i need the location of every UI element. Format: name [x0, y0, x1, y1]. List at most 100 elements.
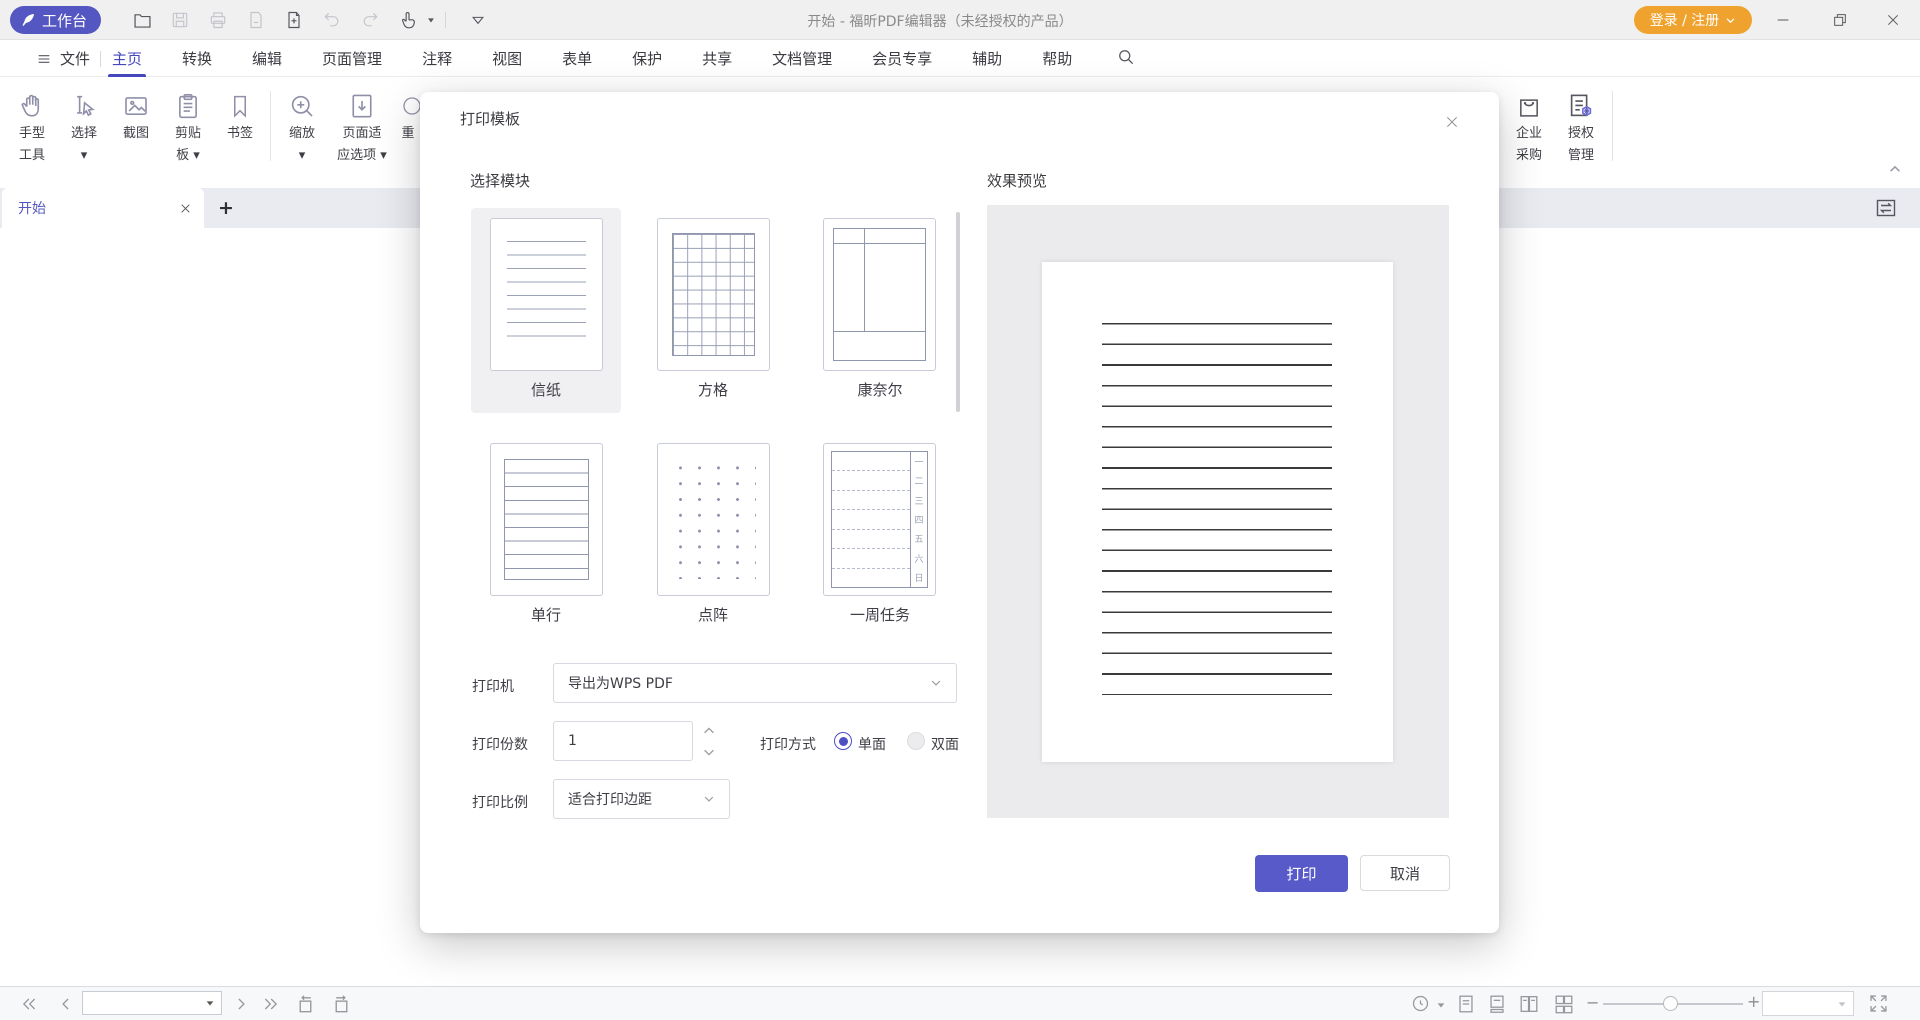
combo-caret-icon [205, 998, 215, 1008]
chevron-down-icon [703, 793, 715, 805]
tap-tool-button[interactable] [396, 8, 420, 32]
radio-double-sided[interactable] [907, 732, 925, 750]
menu-item-form[interactable]: 表单 [562, 48, 592, 69]
single-page-view-button[interactable] [1455, 993, 1477, 1015]
quill-icon [20, 12, 36, 28]
template-cornell-label[interactable]: 康奈尔 [805, 379, 955, 400]
page-number-combobox[interactable] [82, 991, 222, 1015]
screenshot-tool-button[interactable]: 截图 [110, 87, 162, 143]
close-window-button[interactable] [1882, 10, 1904, 30]
undo-button[interactable] [320, 8, 344, 32]
tab-start[interactable]: 开始 [2, 188, 204, 228]
menu-item-assist[interactable]: 辅助 [972, 48, 1002, 69]
menu-file-label: 文件 [60, 48, 90, 69]
template-grid-thumbnail[interactable] [657, 218, 770, 371]
next-view-button[interactable] [330, 993, 353, 1016]
menu-item-edit[interactable]: 编辑 [252, 48, 282, 69]
printer-select[interactable]: 导出为WPS PDF [553, 663, 957, 703]
new-page-icon[interactable] [282, 8, 306, 32]
zoom-slider-thumb[interactable] [1663, 996, 1678, 1011]
print-scale-select[interactable]: 适合打印边距 [553, 779, 730, 819]
clipboard-tool-button[interactable]: 剪贴 板 ▾ [162, 87, 214, 165]
page-fit-options-button[interactable]: 页面适 应选项 ▾ [330, 87, 394, 165]
menu-item-comment[interactable]: 注释 [422, 48, 452, 69]
template-cornell-thumbnail[interactable] [823, 218, 936, 371]
print-button[interactable] [206, 8, 230, 32]
menu-item-share[interactable]: 共享 [702, 48, 732, 69]
first-page-button[interactable] [18, 994, 38, 1014]
zoom-percent-combobox[interactable] [1762, 991, 1854, 1016]
template-list-scrollbar[interactable] [956, 212, 960, 412]
hand-tool-button[interactable]: 手型 工具 [6, 87, 58, 165]
search-icon[interactable] [1116, 47, 1136, 67]
double-sided-label[interactable]: 双面 [931, 734, 959, 754]
login-register-button[interactable]: 登录 / 注册 [1634, 6, 1752, 34]
enterprise-purchase-button[interactable]: 企业 采购 [1504, 87, 1554, 165]
titlebar-separator [445, 12, 446, 28]
open-file-button[interactable] [130, 8, 154, 32]
read-mode-clock-button[interactable] [1410, 993, 1431, 1014]
copies-increment-button[interactable] [702, 724, 716, 738]
save-button[interactable] [168, 8, 192, 32]
fullscreen-button[interactable] [1868, 993, 1889, 1014]
template-dot-grid-thumbnail[interactable] [657, 443, 770, 596]
collapse-ribbon-button[interactable] [1888, 162, 1902, 176]
new-tab-button[interactable]: + [214, 196, 238, 220]
template-single-row-thumbnail[interactable] [490, 443, 603, 596]
menu-item-member[interactable]: 会员专享 [872, 48, 932, 69]
customize-toolbar-button[interactable] [466, 8, 490, 32]
license-manage-button[interactable]: 授权 管理 [1556, 87, 1606, 165]
bookmark-tool-button[interactable]: 书签 [214, 87, 266, 143]
continuous-page-view-button[interactable] [1486, 993, 1508, 1015]
next-page-button[interactable] [231, 994, 251, 1014]
facing-page-view-button[interactable] [1518, 993, 1540, 1015]
menu-item-page-manage[interactable]: 页面管理 [322, 48, 382, 69]
zoom-out-button[interactable]: − [1586, 993, 1599, 1012]
copies-decrement-button[interactable] [702, 745, 716, 759]
tab-close-icon[interactable] [179, 202, 192, 215]
template-single-row-label[interactable]: 单行 [471, 604, 621, 625]
menu-item-view[interactable]: 视图 [492, 48, 522, 69]
template-grid-label[interactable]: 方格 [638, 379, 788, 400]
cancel-button[interactable]: 取消 [1360, 855, 1450, 891]
print-scale-value: 适合打印边距 [568, 789, 652, 809]
dialog-close-button[interactable] [1438, 108, 1466, 136]
zoom-tool-button[interactable]: 缩放 ▾ [276, 87, 328, 165]
chevron-down-icon [930, 677, 942, 689]
zoom-in-button[interactable]: + [1747, 992, 1760, 1011]
switch-view-icon[interactable] [1874, 195, 1898, 221]
redo-button[interactable] [358, 8, 382, 32]
menu-item-doc-manage[interactable]: 文档管理 [772, 48, 832, 69]
restore-window-button[interactable] [1829, 10, 1851, 30]
copies-input[interactable] [553, 721, 693, 761]
menu-file[interactable]: 文件 [36, 48, 90, 69]
tap-tool-caret-icon[interactable] [424, 8, 438, 32]
menu-item-home[interactable]: 主页 [112, 48, 142, 69]
previous-view-button[interactable] [294, 993, 317, 1016]
partial-tool-button[interactable]: 重 [396, 87, 420, 143]
combo-caret-icon [1837, 999, 1847, 1009]
facing-continuous-view-button[interactable] [1553, 993, 1575, 1015]
workspace-button[interactable]: 工作台 [10, 6, 101, 34]
template-weekly-task-thumbnail[interactable]: 一二三四五六日 [823, 443, 936, 596]
hamburger-icon [36, 51, 52, 67]
last-page-button[interactable] [262, 994, 282, 1014]
bookmark-icon [214, 87, 266, 121]
remove-page-icon[interactable] [244, 8, 268, 32]
minimize-button[interactable] [1772, 10, 1794, 30]
previous-page-button[interactable] [56, 994, 76, 1014]
single-sided-label[interactable]: 单面 [858, 734, 886, 754]
print-button[interactable]: 打印 [1255, 855, 1348, 892]
menu-item-protect[interactable]: 保护 [632, 48, 662, 69]
select-tool-button[interactable]: 选择 ▾ [58, 87, 110, 165]
preview-lines-graphic [1102, 323, 1332, 695]
menu-item-help[interactable]: 帮助 [1042, 48, 1072, 69]
template-letter-thumbnail[interactable] [490, 218, 603, 371]
template-weekly-task-label[interactable]: 一周任务 [805, 604, 955, 625]
single-row-graphic [504, 459, 589, 580]
template-letter-label[interactable]: 信纸 [471, 379, 621, 400]
read-mode-caret-icon[interactable] [1436, 1000, 1446, 1010]
menu-item-convert[interactable]: 转换 [182, 48, 212, 69]
radio-single-sided[interactable] [834, 732, 852, 750]
template-dot-grid-label[interactable]: 点阵 [638, 604, 788, 625]
